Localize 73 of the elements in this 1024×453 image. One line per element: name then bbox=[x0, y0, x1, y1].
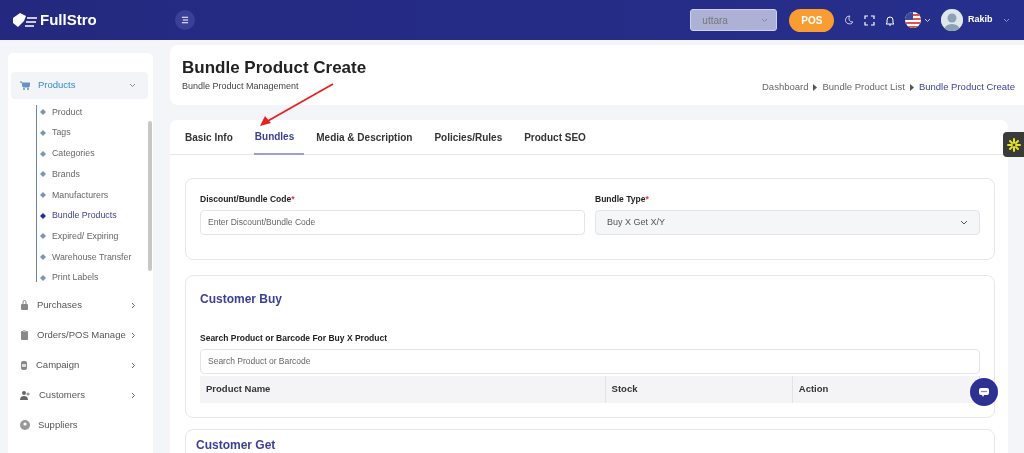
avatar[interactable] bbox=[941, 9, 963, 31]
tab[interactable]: Product SEO bbox=[523, 120, 596, 155]
diamond-icon bbox=[40, 130, 46, 137]
chevron-down-icon bbox=[761, 17, 769, 23]
submenu-item[interactable]: Brands bbox=[27, 164, 148, 185]
chevron-right-icon bbox=[131, 391, 136, 399]
chevron-right-icon bbox=[131, 331, 136, 339]
menu-icon bbox=[180, 16, 189, 24]
breadcrumb-link[interactable]: Bundle Product List bbox=[822, 79, 905, 95]
diamond-icon bbox=[40, 274, 46, 281]
tab[interactable]: Media & Description bbox=[315, 120, 423, 155]
clipboard-icon bbox=[20, 330, 29, 341]
field-label: Search Product or Barcode For Buy X Product bbox=[200, 331, 389, 345]
user-name[interactable]: Rakib bbox=[968, 13, 993, 27]
submenu-item[interactable]: Warehouse Transfer bbox=[27, 246, 148, 268]
diamond-icon bbox=[40, 212, 46, 219]
cart-icon bbox=[20, 81, 30, 90]
chat-icon bbox=[978, 386, 990, 398]
search-field[interactable]: Search Product or Barcode bbox=[200, 348, 980, 374]
scrollbar[interactable] bbox=[148, 121, 152, 271]
select-field[interactable]: Buy X Get X/Y bbox=[595, 209, 980, 235]
breadcrumb-link[interactable]: Dashboard bbox=[762, 79, 809, 95]
sidebar-item[interactable]: Orders/POS Manage bbox=[11, 320, 148, 351]
submenu-item[interactable]: Product bbox=[27, 102, 148, 123]
caret-right-icon bbox=[813, 83, 818, 91]
menu-button[interactable] bbox=[174, 10, 195, 30]
moon-icon[interactable] bbox=[844, 15, 855, 25]
bell-icon[interactable] bbox=[885, 14, 896, 26]
fullscreen-icon[interactable] bbox=[864, 14, 876, 26]
page-subtitle: Bundle Product Management bbox=[182, 79, 300, 93]
logo-text: FullStro bbox=[40, 9, 97, 30]
submenu-item[interactable]: Tags bbox=[27, 122, 148, 144]
tab[interactable]: Basic Info bbox=[184, 120, 243, 155]
tab[interactable]: Policies/Rules bbox=[433, 120, 513, 155]
sidebar-item[interactable]: Suppliers bbox=[11, 410, 148, 441]
diamond-icon bbox=[40, 150, 46, 157]
person-icon bbox=[20, 420, 30, 431]
widget-button[interactable] bbox=[1003, 132, 1024, 157]
users-icon bbox=[20, 390, 31, 401]
chevron-down-icon bbox=[960, 219, 968, 225]
input-field[interactable]: Enter Discount/Bundle Code bbox=[200, 209, 585, 235]
jar-icon bbox=[20, 360, 28, 371]
asterisk-icon bbox=[1006, 137, 1021, 152]
section-title: Customer Get bbox=[196, 437, 277, 453]
chevron-right-icon bbox=[131, 361, 136, 369]
flag-icon[interactable] bbox=[905, 12, 922, 28]
sidebar-item[interactable]: Campaign bbox=[11, 350, 148, 381]
caret-icon[interactable] bbox=[924, 17, 931, 23]
diamond-icon bbox=[40, 233, 46, 240]
chevron-down-icon bbox=[129, 83, 136, 88]
sidebar-item[interactable]: Customers bbox=[11, 380, 148, 411]
caret-icon[interactable] bbox=[1002, 17, 1010, 23]
chevron-right-icon bbox=[131, 301, 136, 309]
diamond-icon bbox=[40, 171, 46, 178]
diamond-icon bbox=[40, 192, 46, 199]
page-title: Bundle Product Create bbox=[182, 59, 367, 78]
submenu-item[interactable]: Categories bbox=[27, 143, 148, 165]
logo-icon bbox=[12, 12, 38, 28]
section-title: Customer Buy bbox=[200, 290, 283, 308]
caret-right-icon bbox=[909, 83, 914, 91]
field-label: Discount/Bundle Code* bbox=[200, 193, 296, 206]
column-header: Product Name bbox=[200, 376, 606, 403]
field-label: Bundle Type* bbox=[595, 193, 650, 206]
sidebar-item[interactable]: Purchases bbox=[11, 290, 148, 321]
submenu-item[interactable]: Print Labels bbox=[27, 267, 148, 289]
sidebar-item[interactable]: Products bbox=[11, 72, 148, 99]
submenu-item[interactable]: Bundle Products bbox=[27, 205, 148, 227]
column-header: Stock bbox=[605, 376, 793, 403]
submenu-item[interactable]: Expired/ Expiring bbox=[27, 226, 148, 247]
bag-icon bbox=[20, 300, 29, 311]
diamond-icon bbox=[40, 254, 46, 261]
submenu-item[interactable]: Manufacturers bbox=[27, 184, 148, 206]
diamond-icon bbox=[40, 109, 46, 116]
